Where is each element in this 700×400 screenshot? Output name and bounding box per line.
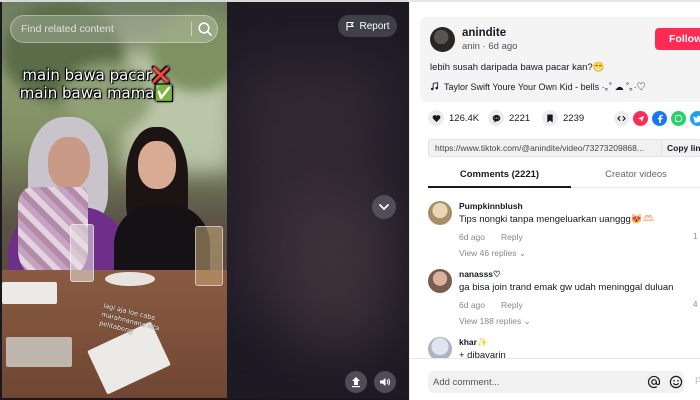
flag-icon: [346, 21, 355, 31]
view-replies-link[interactable]: View 46 replies ⌄: [459, 248, 526, 259]
comment-like-count: 1: [693, 232, 698, 241]
video-overlay-text: main bawa pacar❌: [22, 66, 171, 84]
view-replies-link[interactable]: View 188 replies ⌄: [459, 316, 531, 327]
search-divider: [191, 22, 192, 36]
music-title: Taylor Swift Youre Your Own Kid - bells …: [444, 82, 646, 92]
napkin: [6, 337, 72, 367]
video-overlay-text: main bawa mama✅: [19, 84, 174, 102]
drinking-glass: [195, 226, 223, 286]
comment-time: 6d ago: [459, 232, 485, 242]
reply-button[interactable]: Reply: [501, 232, 523, 242]
avatar[interactable]: [430, 27, 455, 52]
comment-item: Pumpkinnblush Tips nongki tanpa mengelua…: [428, 201, 700, 261]
floating-player-button[interactable]: [345, 371, 367, 393]
music-note-icon: [430, 82, 439, 91]
next-video-button[interactable]: [372, 195, 396, 219]
twitter-icon[interactable]: [690, 111, 700, 126]
comment-username[interactable]: khar✨: [459, 337, 488, 348]
comment-item: nanasss♡ ga bisa join trand emak gw udah…: [428, 269, 700, 329]
save-count: 2239: [563, 112, 585, 124]
reply-button[interactable]: Reply: [501, 300, 523, 310]
save-stat[interactable]: 2239: [542, 110, 584, 126]
like-count: 126.4K: [449, 112, 480, 124]
author-meta: anin · 6d ago: [462, 41, 518, 52]
avatar[interactable]: [428, 201, 452, 225]
author-card: anindite anin · 6d ago Follow lebih susa…: [420, 17, 700, 102]
comment-input[interactable]: [433, 373, 623, 391]
plate: [105, 272, 155, 286]
search-input[interactable]: [21, 16, 186, 42]
avatar[interactable]: [428, 337, 452, 358]
comment-input-box[interactable]: [428, 371, 684, 393]
send-to-friends-icon[interactable]: [633, 111, 648, 126]
speaker-icon: [380, 378, 391, 386]
follow-button[interactable]: Follow: [655, 28, 700, 50]
like-stat[interactable]: 126.4K: [428, 110, 479, 126]
facebook-icon[interactable]: [652, 111, 667, 126]
post-button[interactable]: P: [695, 376, 700, 387]
tab-comments[interactable]: Comments (2221): [428, 165, 571, 188]
report-button[interactable]: Report: [338, 15, 397, 37]
comment-time: 6d ago: [459, 300, 485, 310]
tiktok-video-page: main bawa pacar❌ main bawa mama✅ lagi aj…: [0, 0, 700, 400]
napkin: [2, 282, 57, 304]
volume-button[interactable]: [374, 371, 396, 393]
comment-bubble-icon[interactable]: [488, 110, 504, 126]
share-link-url[interactable]: https://www.tiktok.com/@anindite/video/7…: [435, 143, 644, 153]
comment-username[interactable]: nanasss♡: [459, 269, 501, 280]
share-link-box[interactable]: https://www.tiktok.com/@anindite/video/7…: [428, 139, 700, 157]
comment-username[interactable]: Pumpkinnblush: [459, 201, 523, 211]
comment-item: khar✨ + dibayarin: [428, 337, 700, 358]
action-row: 126.4K 2221 2239: [428, 110, 700, 128]
comment-text: + dibayarin: [459, 350, 506, 358]
comment-composer: P: [410, 358, 700, 400]
top-divider: [410, 0, 700, 2]
avatar[interactable]: [428, 269, 452, 293]
bookmark-icon[interactable]: [542, 110, 558, 126]
music-row[interactable]: Taylor Swift Youre Your Own Kid - bells …: [430, 80, 646, 93]
comment-like-count: 4: [693, 300, 698, 309]
search-icon[interactable]: [197, 21, 213, 37]
related-search-box[interactable]: [10, 15, 218, 43]
heart-icon[interactable]: [428, 110, 444, 126]
whatsapp-icon[interactable]: [671, 111, 686, 126]
copy-link-button[interactable]: Copy link: [661, 140, 700, 156]
drinking-glass: [70, 224, 94, 282]
emoji-icon[interactable]: [669, 375, 683, 389]
at-mention-icon[interactable]: [647, 375, 661, 389]
floating-player-icon: [352, 377, 360, 388]
author-name[interactable]: anindite: [462, 27, 506, 39]
video-frame[interactable]: main bawa pacar❌ main bawa mama✅ lagi aj…: [2, 2, 227, 398]
tab-creator-videos[interactable]: Creator videos: [571, 165, 700, 188]
tab-bar: Comments (2221) Creator videos: [428, 165, 700, 188]
comment-text: ga bisa join trand emak gw udah meningga…: [459, 282, 674, 293]
embed-icon[interactable]: [614, 111, 629, 126]
details-panel: anindite anin · 6d ago Follow lebih susa…: [409, 0, 700, 400]
video-caption: lebih susah daripada bawa pacar kan?😁: [430, 62, 605, 73]
video-player[interactable]: main bawa pacar❌ main bawa mama✅ lagi aj…: [0, 0, 409, 400]
chevron-down-icon: [379, 204, 389, 211]
comment-stat[interactable]: 2221: [488, 110, 530, 126]
comment-text: Tips nongki tanpa mengeluarkan uanggg😻🫶🏻: [459, 214, 655, 225]
report-label: Report: [359, 20, 390, 32]
comment-count: 2221: [509, 112, 531, 124]
